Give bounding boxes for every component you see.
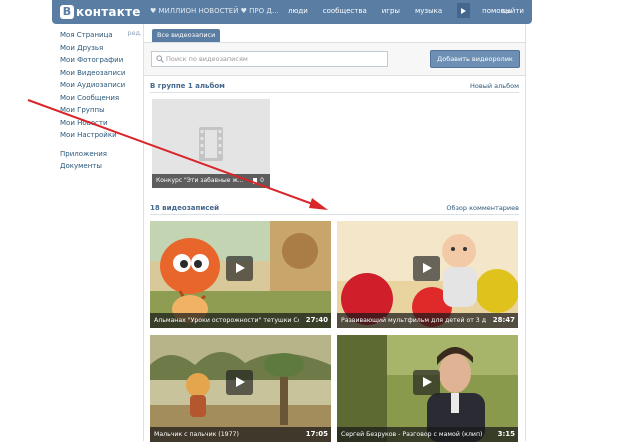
nav-music[interactable]: музыка: [415, 7, 442, 18]
play-icon: [236, 263, 245, 273]
videos-count-title: 18 видеозаписей: [150, 204, 220, 212]
video-title: Развивающий мультфильм для детей от 3 до…: [341, 317, 486, 324]
video-card[interactable]: Сергей Безруков - Разговор с мамой (клип…: [337, 335, 518, 442]
video-caption: Альманах "Уроки осторожности" тетушки Со…: [150, 313, 331, 328]
new-album-link[interactable]: Новый альбом: [470, 82, 519, 90]
album-video-count: 0: [260, 177, 264, 184]
video-caption: Мальчик с пальчик (1977) 17:05: [150, 427, 331, 442]
sidebar-item-messages[interactable]: Мои Сообщения: [60, 92, 140, 105]
music-play-button[interactable]: [457, 3, 471, 18]
albums-section-header: В группе 1 альбом Новый альбом: [150, 82, 519, 93]
play-icon: [461, 7, 467, 14]
search-field[interactable]: [151, 51, 388, 67]
news-ticker[interactable]: ♥ МИЛЛИОН НОВОСТЕЙ ♥ ПРО Д...: [150, 7, 279, 15]
nav-communities[interactable]: сообщества: [323, 7, 367, 18]
sidebar-item-news[interactable]: Мои Новости: [60, 117, 140, 130]
video-duration: 3:15: [497, 430, 515, 438]
logout-link[interactable]: выйти: [501, 7, 524, 15]
tab-bar: Все видеозаписи: [144, 24, 525, 43]
top-nav: люди сообщества игры музыка помощь: [288, 3, 526, 18]
search-bar: Добавить видеоролик: [144, 43, 525, 76]
video-card[interactable]: Развивающий мультфильм для детей от 3 до…: [337, 221, 518, 328]
add-video-button[interactable]: Добавить видеоролик: [430, 50, 520, 68]
play-icon: [423, 263, 432, 273]
search-input[interactable]: [166, 55, 376, 63]
albums-count-title: В группе 1 альбом: [150, 82, 225, 90]
play-button[interactable]: [413, 370, 440, 395]
video-duration: 17:05: [305, 430, 328, 438]
video-title: Альманах "Уроки осторожности" тетушки Со…: [154, 317, 299, 324]
logo-letter: В: [60, 5, 74, 19]
video-count-icon: [253, 178, 257, 184]
video-card[interactable]: Альманах "Уроки осторожности" тетушки Со…: [150, 221, 331, 328]
nav-people[interactable]: люди: [288, 7, 308, 18]
top-header: В контакте ♥ МИЛЛИОН НОВОСТЕЙ ♥ ПРО Д...…: [52, 0, 532, 24]
sidebar-item-documents[interactable]: Документы: [60, 160, 140, 173]
sidebar-item-settings[interactable]: Мои Настройки: [60, 129, 140, 142]
sidebar-item-videos[interactable]: Мои Видеозаписи: [60, 67, 140, 80]
play-icon: [423, 377, 432, 387]
album-card[interactable]: Конкурс "Эти забавные ж... 0: [152, 99, 270, 188]
search-icon: [156, 55, 164, 63]
video-caption: Сергей Безруков - Разговор с мамой (клип…: [337, 427, 518, 442]
film-icon: [199, 127, 223, 161]
play-button[interactable]: [226, 256, 253, 281]
video-duration: 28:47: [492, 316, 515, 324]
tab-all-videos[interactable]: Все видеозаписи: [152, 29, 221, 42]
vk-logo[interactable]: В контакте: [60, 4, 141, 20]
sidebar-edit-link[interactable]: ред.: [127, 29, 142, 37]
main-content: Все видеозаписи Добавить видеоролик В гр…: [143, 24, 526, 442]
sidebar-item-audio[interactable]: Мои Аудиозаписи: [60, 79, 140, 92]
sidebar-item-friends[interactable]: Мои Друзья: [60, 42, 140, 55]
videos-section-header: 18 видеозаписей Обзор комментариев: [150, 204, 519, 215]
play-button[interactable]: [226, 370, 253, 395]
left-sidebar: ред. Моя Страница Мои Друзья Мои Фотогра…: [60, 29, 142, 173]
video-caption: Развивающий мультфильм для детей от 3 до…: [337, 313, 518, 328]
play-icon: [236, 377, 245, 387]
logo-text: контакте: [76, 5, 141, 19]
video-title: Мальчик с пальчик (1977): [154, 431, 239, 438]
nav-games[interactable]: игры: [382, 7, 400, 18]
play-button[interactable]: [413, 256, 440, 281]
sidebar-item-groups[interactable]: Мои Группы: [60, 104, 140, 117]
album-title: Конкурс "Эти забавные ж...: [156, 177, 244, 184]
video-card[interactable]: Мальчик с пальчик (1977) 17:05: [150, 335, 331, 442]
video-title: Сергей Безруков - Разговор с мамой (клип…: [341, 431, 483, 438]
album-caption: Конкурс "Эти забавные ж... 0: [152, 174, 270, 188]
comments-overview-link[interactable]: Обзор комментариев: [446, 204, 519, 212]
sidebar-item-apps[interactable]: Приложения: [60, 148, 140, 161]
sidebar-item-photos[interactable]: Мои Фотографии: [60, 54, 140, 67]
video-duration: 27:40: [305, 316, 328, 324]
